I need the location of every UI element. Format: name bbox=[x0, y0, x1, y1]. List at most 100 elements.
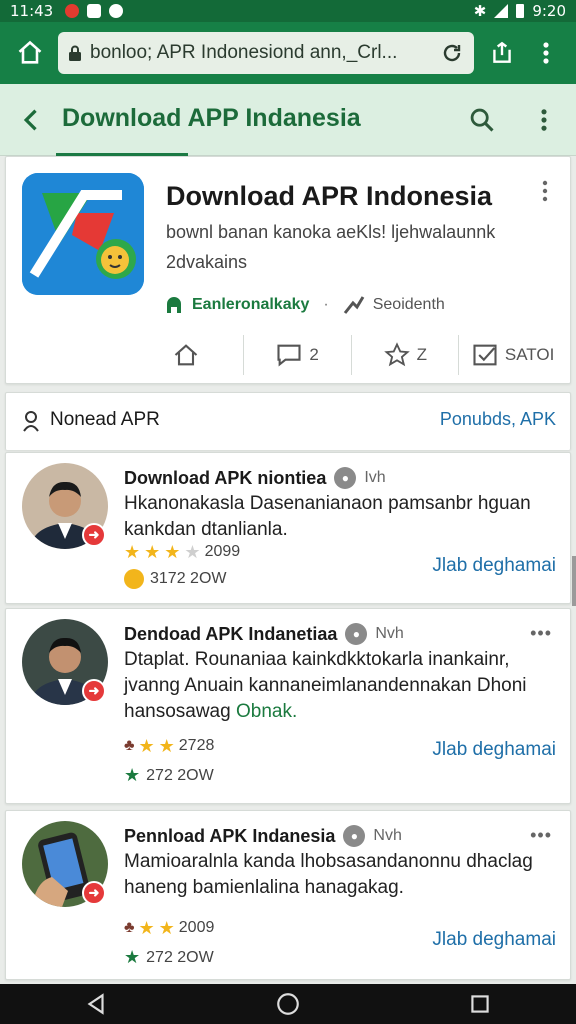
location-pin-icon bbox=[23, 411, 39, 432]
item-cta-link[interactable]: Jlab deghamai bbox=[432, 555, 556, 577]
star-icon: ★ bbox=[144, 542, 161, 562]
app-actions: 2 Z SATOI bbox=[136, 335, 566, 375]
star-count: Z bbox=[416, 345, 428, 364]
item-menu-icon[interactable]: ••• bbox=[530, 623, 552, 644]
back-icon[interactable] bbox=[83, 991, 109, 1017]
app-info-card: Download APR Indonesia bownl banan kanok… bbox=[5, 156, 571, 384]
app-logo-icon bbox=[22, 173, 144, 295]
trophy-icon: ♣ bbox=[124, 737, 135, 754]
verified-icon: ● bbox=[345, 623, 368, 645]
star-icon: ★ bbox=[138, 918, 155, 938]
section-header: Nonead APR Ponubds, APK bbox=[5, 392, 571, 450]
save-label: SATOI bbox=[504, 345, 555, 364]
green-star-icon: ★ bbox=[124, 947, 141, 967]
developer-name[interactable]: Eanleronalkaky bbox=[192, 296, 309, 314]
card-menu-icon[interactable] bbox=[538, 179, 552, 203]
search-icon[interactable] bbox=[468, 106, 496, 134]
section-link[interactable]: Ponubds, APK bbox=[440, 409, 556, 430]
star-icon: ★ bbox=[138, 736, 155, 756]
item-count: ★ 272 2OW bbox=[124, 765, 214, 785]
checkbox-icon bbox=[473, 344, 497, 366]
more-options-icon[interactable] bbox=[530, 106, 558, 134]
verified-icon: ● bbox=[343, 825, 366, 847]
badge: ➜ bbox=[82, 523, 106, 547]
item-cta-link[interactable]: Jlab deghamai bbox=[432, 929, 556, 951]
notification-icons bbox=[65, 4, 124, 18]
item-description: Dtaplat. Rounaniaa kainkdkktokarla inank… bbox=[124, 649, 527, 722]
developer-icon bbox=[167, 297, 181, 313]
star-icon: ★ bbox=[158, 736, 175, 756]
app-header: Download APP Indanesia bbox=[0, 84, 576, 156]
kebab-menu-icon bbox=[543, 42, 549, 64]
coin-icon bbox=[124, 569, 144, 589]
comment-count: 2 bbox=[309, 345, 319, 364]
home-icon bbox=[18, 40, 42, 64]
item-description: Mamioaralnla kanda lhobsasandanonnu dhac… bbox=[124, 851, 533, 898]
verified-icon: ● bbox=[334, 467, 357, 489]
status-time-right: 9:20 bbox=[532, 2, 566, 20]
notification-icon bbox=[109, 4, 124, 18]
recents-icon[interactable] bbox=[467, 991, 493, 1017]
section-title: Nonead APR bbox=[50, 409, 160, 430]
system-nav-bar bbox=[0, 984, 576, 1024]
house-icon bbox=[175, 344, 198, 366]
meta-separator: · bbox=[323, 296, 329, 313]
url-text: bonloo; APR Indonesiond ann,_Crl... bbox=[90, 42, 398, 63]
item-count: 3172 2OW bbox=[124, 569, 226, 589]
status-time: 11:43 bbox=[10, 2, 54, 20]
page-title: Download APP Indanesia bbox=[62, 104, 361, 132]
app-name: Download APR Indonesia bbox=[166, 181, 493, 211]
item-title: Dendoad APK Indanetiaa ● Nvh bbox=[124, 623, 404, 645]
item-description: Hkanonakasla Dasenanianaon pamsanbr hgua… bbox=[124, 493, 531, 540]
share-button[interactable] bbox=[480, 31, 524, 75]
app-icon[interactable] bbox=[22, 173, 144, 295]
item-title: Download APK niontiea ● Ivh bbox=[124, 467, 386, 489]
category-label[interactable]: Seoidenth bbox=[373, 296, 445, 314]
star-icon: ★ bbox=[124, 542, 141, 562]
comment-action-button[interactable]: 2 bbox=[242, 335, 351, 375]
comment-icon bbox=[277, 344, 301, 367]
notification-icon bbox=[87, 4, 102, 18]
item-title: Pennload APK Indanesia ● Nvh bbox=[124, 825, 402, 847]
star-empty-icon: ★ bbox=[184, 542, 201, 562]
list-item[interactable]: ➜ Pennload APK Indanesia ● Nvh ••• Mamio… bbox=[5, 810, 571, 980]
app-meta-row: Eanleronalkaky · Seoidenth bbox=[164, 295, 445, 315]
battery-icon bbox=[516, 4, 525, 18]
star-outline-icon bbox=[383, 342, 410, 367]
badge: ➜ bbox=[82, 679, 106, 703]
notification-icon bbox=[65, 4, 80, 18]
lock-icon bbox=[69, 45, 81, 61]
home-action-button[interactable] bbox=[136, 335, 243, 375]
signal-icon bbox=[494, 4, 509, 18]
home-circle-icon[interactable] bbox=[275, 991, 301, 1017]
item-rating: ★ ★ ★ ★ 2099 bbox=[124, 542, 241, 562]
item-cta-link[interactable]: Jlab deghamai bbox=[432, 739, 556, 761]
trophy-icon: ♣ bbox=[124, 919, 135, 936]
app-description: bownl banan kanoka aeKls! ljehwalaunnk 2… bbox=[166, 222, 496, 272]
star-action-button[interactable]: Z bbox=[350, 335, 459, 375]
status-bar: 11:43 ✱ 9:20 bbox=[0, 0, 576, 22]
star-icon: ★ bbox=[164, 542, 181, 562]
item-highlight: Obnak. bbox=[235, 701, 298, 722]
green-star-icon: ★ bbox=[124, 765, 141, 785]
list-item[interactable]: ➜ Dendoad APK Indanetiaa ● Nvh ••• Dtapl… bbox=[5, 608, 571, 804]
browser-menu-button[interactable] bbox=[524, 31, 568, 75]
category-icon bbox=[343, 296, 365, 314]
browser-toolbar: bonloo; APR Indonesiond ann,_Crl... bbox=[0, 22, 576, 84]
url-bar[interactable]: bonloo; APR Indonesiond ann,_Crl... bbox=[58, 32, 474, 74]
save-action-button[interactable]: SATOI bbox=[458, 335, 566, 375]
status-right: ✱ 9:20 bbox=[474, 2, 566, 20]
star-icon: ★ bbox=[158, 918, 175, 938]
list-item[interactable]: ➜ Download APK niontiea ● Ivh Hkanonakas… bbox=[5, 452, 571, 604]
scrollbar[interactable] bbox=[572, 556, 576, 606]
back-arrow-icon[interactable] bbox=[18, 106, 46, 134]
item-rating: ♣ ★ ★ 2009 bbox=[124, 918, 215, 938]
home-button[interactable] bbox=[8, 31, 52, 75]
share-icon bbox=[493, 41, 511, 63]
item-count: ★ 272 2OW bbox=[124, 947, 214, 967]
bluetooth-icon: ✱ bbox=[473, 2, 487, 20]
item-menu-icon[interactable]: ••• bbox=[530, 825, 552, 846]
badge: ➜ bbox=[82, 881, 106, 905]
item-rating: ♣ ★ ★ 2728 bbox=[124, 736, 215, 756]
reload-icon[interactable] bbox=[440, 41, 464, 65]
